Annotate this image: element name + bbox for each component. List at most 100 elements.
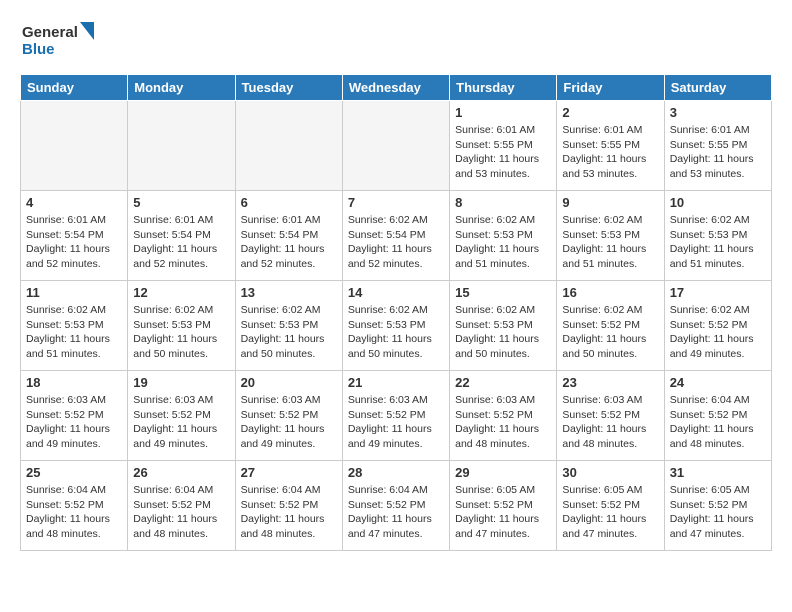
day-number: 10 [670, 195, 766, 210]
day-cell: 18 Sunrise: 6:03 AMSunset: 5:52 PMDayligh… [21, 371, 128, 461]
day-cell: 3 Sunrise: 6:01 AMSunset: 5:55 PMDaylight… [664, 101, 771, 191]
day-info: Sunrise: 6:02 AMSunset: 5:52 PMDaylight:… [670, 303, 766, 362]
day-info: Sunrise: 6:02 AMSunset: 5:53 PMDaylight:… [26, 303, 122, 362]
day-info: Sunrise: 6:03 AMSunset: 5:52 PMDaylight:… [26, 393, 122, 452]
day-cell: 31 Sunrise: 6:05 AMSunset: 5:52 PMDayligh… [664, 461, 771, 551]
calendar: SundayMondayTuesdayWednesdayThursdayFrid… [20, 74, 772, 551]
week-row-1: 1 Sunrise: 6:01 AMSunset: 5:55 PMDaylight… [21, 101, 772, 191]
day-info: Sunrise: 6:05 AMSunset: 5:52 PMDaylight:… [670, 483, 766, 542]
day-cell: 29 Sunrise: 6:05 AMSunset: 5:52 PMDayligh… [450, 461, 557, 551]
svg-text:General: General [22, 24, 78, 41]
day-number: 5 [133, 195, 229, 210]
day-number: 4 [26, 195, 122, 210]
day-cell: 28 Sunrise: 6:04 AMSunset: 5:52 PMDayligh… [342, 461, 449, 551]
logo-svg: GeneralBlue [20, 20, 100, 58]
day-info: Sunrise: 6:04 AMSunset: 5:52 PMDaylight:… [133, 483, 229, 542]
weekday-header-sunday: Sunday [21, 75, 128, 101]
day-number: 15 [455, 285, 551, 300]
day-number: 12 [133, 285, 229, 300]
day-cell: 20 Sunrise: 6:03 AMSunset: 5:52 PMDayligh… [235, 371, 342, 461]
day-cell: 22 Sunrise: 6:03 AMSunset: 5:52 PMDayligh… [450, 371, 557, 461]
day-info: Sunrise: 6:05 AMSunset: 5:52 PMDaylight:… [562, 483, 658, 542]
day-number: 1 [455, 105, 551, 120]
day-cell [342, 101, 449, 191]
day-cell [128, 101, 235, 191]
day-cell: 2 Sunrise: 6:01 AMSunset: 5:55 PMDaylight… [557, 101, 664, 191]
week-row-2: 4 Sunrise: 6:01 AMSunset: 5:54 PMDaylight… [21, 191, 772, 281]
day-info: Sunrise: 6:04 AMSunset: 5:52 PMDaylight:… [26, 483, 122, 542]
day-info: Sunrise: 6:01 AMSunset: 5:54 PMDaylight:… [241, 213, 337, 272]
day-info: Sunrise: 6:03 AMSunset: 5:52 PMDaylight:… [562, 393, 658, 452]
day-number: 24 [670, 375, 766, 390]
day-info: Sunrise: 6:04 AMSunset: 5:52 PMDaylight:… [241, 483, 337, 542]
day-cell: 11 Sunrise: 6:02 AMSunset: 5:53 PMDayligh… [21, 281, 128, 371]
day-number: 23 [562, 375, 658, 390]
day-info: Sunrise: 6:01 AMSunset: 5:54 PMDaylight:… [26, 213, 122, 272]
weekday-header-row: SundayMondayTuesdayWednesdayThursdayFrid… [21, 75, 772, 101]
day-info: Sunrise: 6:02 AMSunset: 5:53 PMDaylight:… [348, 303, 444, 362]
week-row-4: 18 Sunrise: 6:03 AMSunset: 5:52 PMDayligh… [21, 371, 772, 461]
day-cell: 14 Sunrise: 6:02 AMSunset: 5:53 PMDayligh… [342, 281, 449, 371]
weekday-header-saturday: Saturday [664, 75, 771, 101]
day-number: 31 [670, 465, 766, 480]
day-number: 27 [241, 465, 337, 480]
day-number: 30 [562, 465, 658, 480]
day-cell: 12 Sunrise: 6:02 AMSunset: 5:53 PMDayligh… [128, 281, 235, 371]
day-number: 6 [241, 195, 337, 210]
day-number: 28 [348, 465, 444, 480]
day-cell: 17 Sunrise: 6:02 AMSunset: 5:52 PMDayligh… [664, 281, 771, 371]
week-row-5: 25 Sunrise: 6:04 AMSunset: 5:52 PMDayligh… [21, 461, 772, 551]
day-number: 8 [455, 195, 551, 210]
day-number: 19 [133, 375, 229, 390]
day-number: 7 [348, 195, 444, 210]
day-cell: 21Sunrise: 6:03 AMSunset: 5:52 PMDayligh… [342, 371, 449, 461]
day-cell: 25 Sunrise: 6:04 AMSunset: 5:52 PMDayligh… [21, 461, 128, 551]
day-info: Sunrise: 6:03 AMSunset: 5:52 PMDaylight:… [241, 393, 337, 452]
day-cell: 4 Sunrise: 6:01 AMSunset: 5:54 PMDaylight… [21, 191, 128, 281]
day-number: 29 [455, 465, 551, 480]
day-info: Sunrise: 6:01 AMSunset: 5:55 PMDaylight:… [670, 123, 766, 182]
day-info: Sunrise: 6:04 AMSunset: 5:52 PMDaylight:… [348, 483, 444, 542]
day-info: Sunrise: 6:01 AMSunset: 5:55 PMDaylight:… [455, 123, 551, 182]
week-row-3: 11 Sunrise: 6:02 AMSunset: 5:53 PMDayligh… [21, 281, 772, 371]
weekday-header-thursday: Thursday [450, 75, 557, 101]
day-number: 2 [562, 105, 658, 120]
day-number: 13 [241, 285, 337, 300]
weekday-header-monday: Monday [128, 75, 235, 101]
day-info: Sunrise: 6:05 AMSunset: 5:52 PMDaylight:… [455, 483, 551, 542]
day-number: 3 [670, 105, 766, 120]
weekday-header-friday: Friday [557, 75, 664, 101]
day-cell: 15Sunrise: 6:02 AMSunset: 5:53 PMDayligh… [450, 281, 557, 371]
day-number: 18 [26, 375, 122, 390]
day-info: Sunrise: 6:03 AMSunset: 5:52 PMDaylight:… [133, 393, 229, 452]
day-info: Sunrise: 6:02 AMSunset: 5:52 PMDaylight:… [562, 303, 658, 362]
day-number: 16 [562, 285, 658, 300]
day-info: Sunrise: 6:03 AMSunset: 5:52 PMDaylight:… [455, 393, 551, 452]
day-cell: 8 Sunrise: 6:02 AMSunset: 5:53 PMDaylight… [450, 191, 557, 281]
logo: GeneralBlue [20, 20, 100, 58]
day-number: 20 [241, 375, 337, 390]
day-cell: 6 Sunrise: 6:01 AMSunset: 5:54 PMDaylight… [235, 191, 342, 281]
day-cell: 26Sunrise: 6:04 AMSunset: 5:52 PMDayligh… [128, 461, 235, 551]
day-cell: 5Sunrise: 6:01 AMSunset: 5:54 PMDaylight… [128, 191, 235, 281]
day-cell: 24 Sunrise: 6:04 AMSunset: 5:52 PMDayligh… [664, 371, 771, 461]
day-info: Sunrise: 6:02 AMSunset: 5:53 PMDaylight:… [562, 213, 658, 272]
day-cell [21, 101, 128, 191]
day-info: Sunrise: 6:02 AMSunset: 5:53 PMDaylight:… [670, 213, 766, 272]
day-info: Sunrise: 6:02 AMSunset: 5:53 PMDaylight:… [133, 303, 229, 362]
day-info: Sunrise: 6:03 AMSunset: 5:52 PMDaylight:… [348, 393, 444, 452]
day-info: Sunrise: 6:04 AMSunset: 5:52 PMDaylight:… [670, 393, 766, 452]
day-cell: 30 Sunrise: 6:05 AMSunset: 5:52 PMDayligh… [557, 461, 664, 551]
day-number: 25 [26, 465, 122, 480]
day-number: 11 [26, 285, 122, 300]
day-info: Sunrise: 6:02 AMSunset: 5:53 PMDaylight:… [241, 303, 337, 362]
day-cell: 10 Sunrise: 6:02 AMSunset: 5:53 PMDayligh… [664, 191, 771, 281]
day-info: Sunrise: 6:02 AMSunset: 5:53 PMDaylight:… [455, 213, 551, 272]
weekday-header-tuesday: Tuesday [235, 75, 342, 101]
day-number: 22 [455, 375, 551, 390]
day-info: Sunrise: 6:02 AMSunset: 5:54 PMDaylight:… [348, 213, 444, 272]
day-info: Sunrise: 6:01 AMSunset: 5:55 PMDaylight:… [562, 123, 658, 182]
day-number: 14 [348, 285, 444, 300]
day-number: 17 [670, 285, 766, 300]
day-cell: 19 Sunrise: 6:03 AMSunset: 5:52 PMDayligh… [128, 371, 235, 461]
